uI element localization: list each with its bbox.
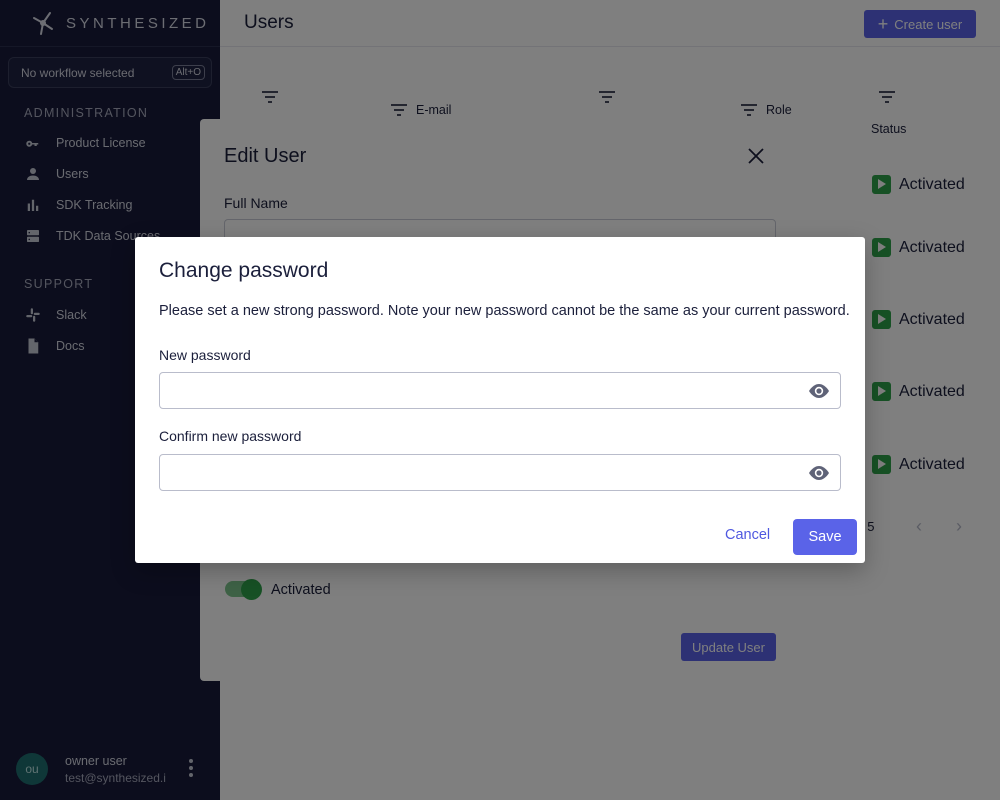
confirm-password-label: Confirm new password: [159, 428, 302, 444]
new-password-field[interactable]: [159, 372, 841, 409]
change-password-dialog: Change password Please set a new strong …: [135, 237, 865, 563]
cancel-button[interactable]: Cancel: [725, 527, 770, 543]
change-password-description: Please set a new strong password. Note y…: [159, 303, 850, 319]
save-button[interactable]: Save: [793, 519, 857, 555]
eye-icon[interactable]: [807, 381, 831, 401]
eye-icon[interactable]: [807, 463, 831, 483]
new-password-label: New password: [159, 347, 251, 363]
change-password-title: Change password: [159, 259, 329, 282]
confirm-password-field[interactable]: [159, 454, 841, 491]
